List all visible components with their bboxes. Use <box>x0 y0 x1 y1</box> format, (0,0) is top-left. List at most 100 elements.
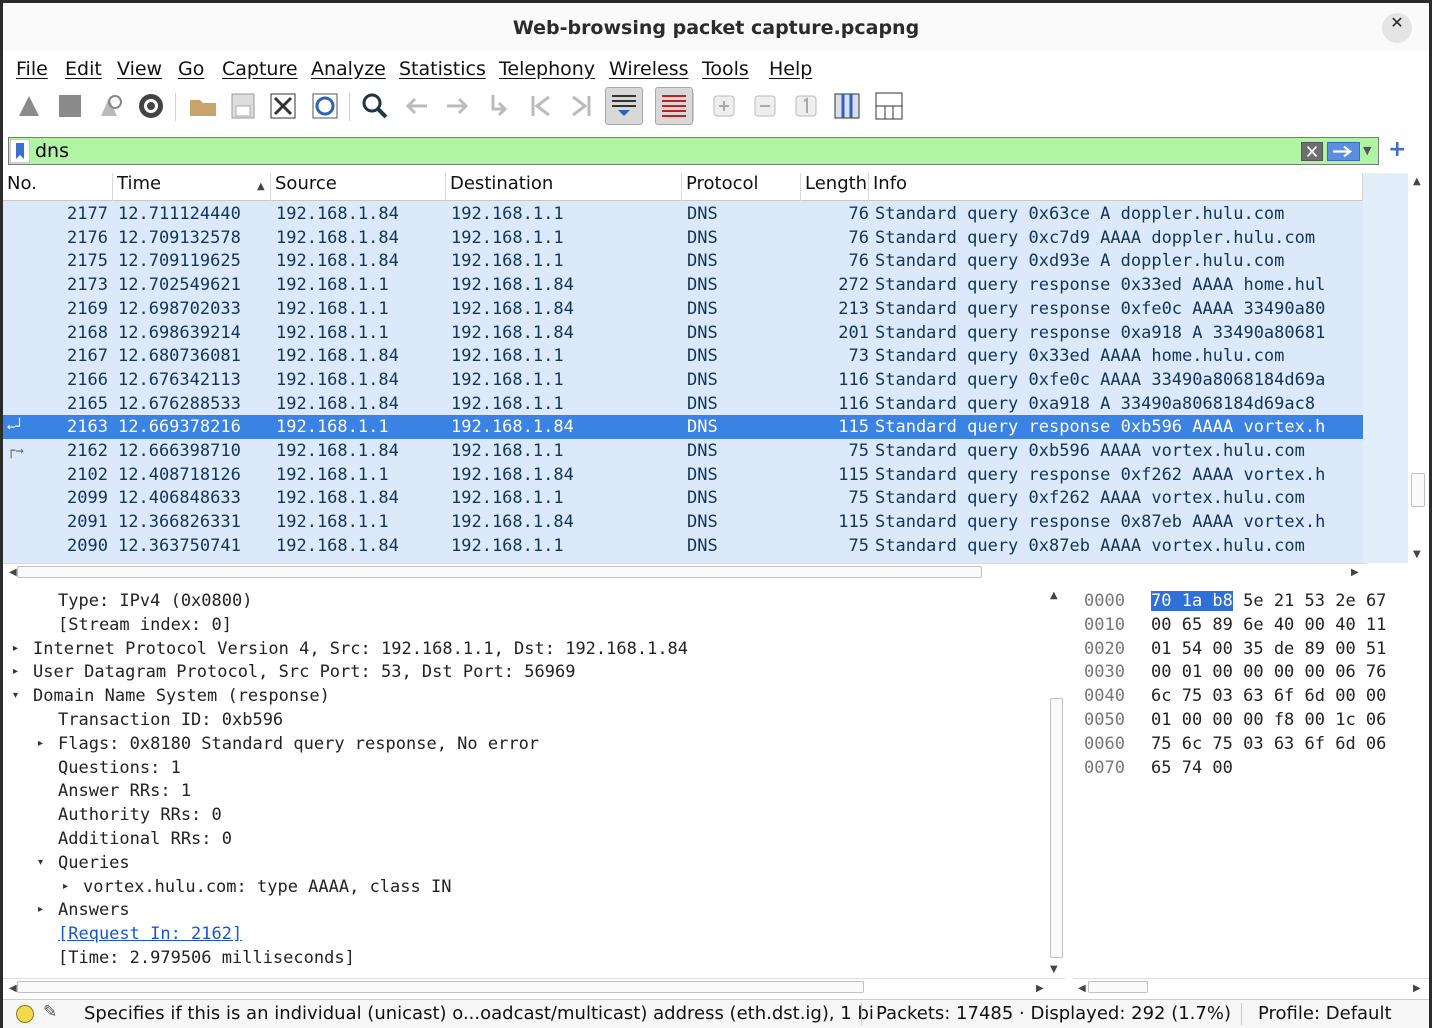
column-header-length[interactable]: Length <box>801 173 869 201</box>
first-packet-icon[interactable] <box>525 90 557 122</box>
packet-row[interactable]: 2102 12.408718126 192.168.1.1 192.168.1.84 D… <box>3 463 1363 487</box>
column-header-no[interactable]: No. <box>3 173 113 201</box>
highlighted-bytes[interactable]: 70 1a b8 <box>1151 591 1233 611</box>
column-header-source[interactable]: Source <box>271 173 446 201</box>
menu-go[interactable]: Go <box>178 58 204 80</box>
packet-row[interactable]: 2176 12.709132578 192.168.1.84 192.168.1.1 D… <box>3 226 1363 250</box>
hex-bytes[interactable]: 01 54 00 35 de 89 00 51 <box>1151 637 1386 661</box>
detail-line[interactable]: User Datagram Protocol, Src Port: 53, Ds… <box>33 660 575 684</box>
packet-details-tree[interactable]: Type: IPv4 (0x0800) [Stream index: 0] ▸ Int… <box>3 585 1043 978</box>
colorize-icon[interactable] <box>655 87 693 125</box>
expand-arrow-icon[interactable]: ▸ <box>63 881 68 892</box>
display-filter-bar[interactable] <box>8 137 1379 165</box>
details-vscroll-thumb[interactable] <box>1050 698 1063 958</box>
packet-row[interactable]: 2091 12.366826331 192.168.1.1 192.168.1.84 D… <box>3 510 1363 534</box>
detail-line[interactable]: Authority RRs: 0 <box>58 803 222 827</box>
details-hscroll-thumb[interactable] <box>17 981 864 993</box>
close-window-button[interactable]: ✕ <box>1382 13 1412 43</box>
packet-row[interactable]: 2169 12.698702033 192.168.1.1 192.168.1.84 D… <box>3 297 1363 321</box>
detail-line[interactable]: [Time: 2.979506 milliseconds] <box>58 946 355 970</box>
column-header-time[interactable]: Time <box>113 173 271 201</box>
profile-status[interactable]: Profile: Default <box>1258 1003 1392 1025</box>
packet-row[interactable]: 2090 12.363750741 192.168.1.84 192.168.1.1 D… <box>3 534 1363 558</box>
detail-line[interactable]: Type: IPv4 (0x0800) <box>58 589 252 613</box>
packet-row[interactable]: 2166 12.676342113 192.168.1.84 192.168.1.1 D… <box>3 368 1363 392</box>
detail-line[interactable]: Domain Name System (response) <box>33 684 330 708</box>
menu-telephony[interactable]: Telephony <box>499 58 595 80</box>
packet-row[interactable]: 2168 12.698639214 192.168.1.1 192.168.1.84 D… <box>3 321 1363 345</box>
menu-edit[interactable]: Edit <box>65 58 102 80</box>
layout-icon[interactable] <box>873 90 905 122</box>
scroll-right-icon[interactable]: ▶ <box>1413 983 1421 994</box>
packet-bytes-pane[interactable]: 0000 70 1a b8 5e 21 53 2e 67 0010 00 65 89 … <box>1073 585 1429 978</box>
collapse-arrow-icon[interactable]: ▾ <box>38 857 43 868</box>
zoom-out-icon[interactable] <box>749 90 781 122</box>
capture-options-icon[interactable] <box>135 90 167 122</box>
packet-row[interactable]: 2173 12.702549621 192.168.1.1 192.168.1.84 D… <box>3 273 1363 297</box>
packet-row[interactable]: 2162 12.666398710 192.168.1.84 192.168.1.1 D… <box>3 439 1363 463</box>
clear-filter-icon[interactable] <box>1301 142 1323 161</box>
detail-line[interactable]: [Stream index: 0] <box>58 613 232 637</box>
add-filter-button[interactable]: + <box>1388 137 1406 162</box>
go-back-icon[interactable] <box>401 90 433 122</box>
column-header-destination[interactable]: Destination <box>446 173 682 201</box>
normal-size-icon[interactable] <box>790 90 822 122</box>
vscroll-thumb[interactable] <box>1411 473 1425 507</box>
column-header-info[interactable]: Info <box>869 173 1363 201</box>
scroll-right-icon[interactable]: ▶ <box>1036 983 1044 994</box>
menu-file[interactable]: File <box>16 58 48 80</box>
packet-row[interactable]: 2165 12.676288533 192.168.1.84 192.168.1.1 D… <box>3 392 1363 416</box>
find-packet-icon[interactable] <box>359 90 391 122</box>
resize-columns-icon[interactable] <box>831 90 863 122</box>
hscroll-thumb[interactable] <box>17 566 982 578</box>
hex-bytes[interactable]: 01 00 00 00 f8 00 1c 06 <box>1151 708 1386 732</box>
packet-row[interactable]: 2099 12.406848633 192.168.1.84 192.168.1.1 D… <box>3 486 1363 510</box>
expand-arrow-icon[interactable]: ▸ <box>13 643 18 654</box>
scroll-up-icon[interactable]: ▲ <box>1413 176 1421 187</box>
bookmark-icon[interactable] <box>10 139 30 163</box>
packet-row[interactable]: 2163 12.669378216 192.168.1.1 192.168.1.84 D… <box>3 415 1363 440</box>
scroll-down-icon[interactable]: ▼ <box>1413 549 1421 560</box>
stop-capture-icon[interactable] <box>55 90 87 122</box>
start-capture-icon[interactable] <box>15 90 47 122</box>
expand-arrow-icon[interactable]: ▸ <box>38 904 43 915</box>
menu-analyze[interactable]: Analyze <box>311 58 386 80</box>
detail-line[interactable]: vortex.hulu.com: type AAAA, class IN <box>83 875 451 899</box>
hex-bytes[interactable]: 00 65 89 6e 40 00 40 11 <box>1151 613 1386 637</box>
column-header-protocol[interactable]: Protocol <box>682 173 801 201</box>
restart-capture-icon[interactable] <box>95 90 127 122</box>
packet-row[interactable]: 2175 12.709119625 192.168.1.84 192.168.1.1 D… <box>3 249 1363 273</box>
zoom-in-icon[interactable] <box>708 90 740 122</box>
menu-help[interactable]: Help <box>769 58 812 80</box>
menu-view[interactable]: View <box>117 58 162 80</box>
expand-arrow-icon[interactable]: ▸ <box>13 666 18 677</box>
close-file-icon[interactable] <box>267 90 299 122</box>
scroll-down-icon[interactable]: ▼ <box>1050 964 1058 975</box>
scroll-left-icon[interactable]: ◀ <box>1078 983 1086 994</box>
scroll-left-icon[interactable]: ◀ <box>9 983 17 994</box>
detail-line[interactable]: Additional RRs: 0 <box>58 827 232 851</box>
hex-bytes[interactable]: 00 01 00 00 00 00 06 76 <box>1151 660 1386 684</box>
hex-bytes[interactable]: 6c 75 03 63 6f 6d 00 00 <box>1151 684 1386 708</box>
hex-bytes[interactable]: 75 6c 75 03 63 6f 6d 06 <box>1151 732 1386 756</box>
menu-capture[interactable]: Capture <box>222 58 298 80</box>
packet-minimap[interactable] <box>1363 173 1408 563</box>
detail-line[interactable]: Transaction ID: 0xb596 <box>58 708 283 732</box>
scroll-up-icon[interactable]: ▲ <box>1050 590 1058 601</box>
hex-bytes[interactable]: 65 74 00 <box>1151 756 1233 780</box>
bytes-hscroll-thumb[interactable] <box>1088 981 1148 993</box>
open-file-icon[interactable] <box>187 90 219 122</box>
packet-row[interactable]: 2167 12.680736081 192.168.1.84 192.168.1.1 D… <box>3 344 1363 368</box>
display-filter-input[interactable]: dns <box>35 139 69 163</box>
detail-line[interactable]: Queries <box>58 851 130 875</box>
request-in-link[interactable]: [Request In: 2162] <box>58 922 242 946</box>
expert-info-icon[interactable] <box>16 1005 34 1023</box>
save-file-icon[interactable] <box>227 90 259 122</box>
go-forward-icon[interactable] <box>441 90 473 122</box>
scroll-left-icon[interactable]: ◀ <box>9 567 17 578</box>
menu-tools[interactable]: Tools <box>702 58 749 80</box>
filter-dropdown-icon[interactable]: ▼ <box>1363 144 1371 157</box>
apply-filter-icon[interactable] <box>1327 142 1360 161</box>
hex-bytes[interactable]: 70 1a b8 5e 21 53 2e 67 <box>1151 589 1386 613</box>
reload-file-icon[interactable] <box>309 90 341 122</box>
